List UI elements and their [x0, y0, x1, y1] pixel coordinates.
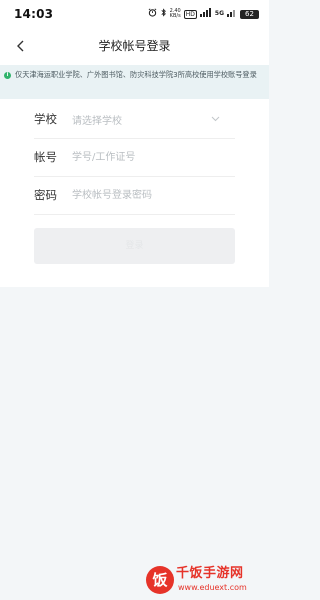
school-label: 学校 — [34, 112, 57, 126]
info-icon: i — [4, 72, 11, 79]
status-time: 14:03 — [14, 7, 54, 21]
status-bar: 14:03 2.40 KB/s HD 5G 62 — [0, 0, 269, 28]
school-select-placeholder[interactable]: 请选择学校 — [72, 112, 209, 127]
account-input[interactable] — [72, 147, 235, 167]
battery-icon: 62 — [240, 9, 259, 19]
password-label: 密码 — [34, 188, 57, 202]
password-input[interactable] — [72, 185, 235, 205]
nav-bar: 学校帐号登录 — [0, 28, 269, 65]
network-speed: 2.40 KB/s — [169, 8, 181, 19]
bluetooth-icon — [160, 8, 167, 20]
notice-text: 仅天津海运职业学院、广外图书馆、防灾科技学院3所高校使用学校账号登录 — [15, 70, 257, 79]
school-select[interactable]: 学校 请选择学校 — [34, 100, 235, 139]
notice-banner: i 仅天津海运职业学院、广外图书馆、防灾科技学院3所高校使用学校账号登录 — [0, 65, 269, 99]
status-icons: 2.40 KB/s HD 5G 62 — [148, 8, 259, 20]
alarm-icon — [148, 8, 157, 20]
login-button[interactable]: 登录 — [34, 228, 235, 264]
password-row: 密码 — [34, 176, 235, 215]
signal-2-icon — [227, 8, 237, 20]
account-label: 帐号 — [34, 150, 57, 164]
account-row: 帐号 — [34, 138, 235, 177]
watermark-logo: 饭 — [146, 566, 174, 594]
page-title: 学校帐号登录 — [98, 39, 171, 53]
watermark-brand: 千饭手游网 — [176, 566, 244, 581]
network-type-label: 5G — [214, 10, 224, 17]
watermark-url: www.eduext.com — [178, 583, 247, 592]
login-form: 学校 请选择学校 帐号 密码 登录 — [0, 99, 269, 287]
signal-icon — [199, 8, 212, 20]
watermark: 饭 千饭手游网 www.eduext.com — [146, 566, 266, 596]
chevron-down-icon[interactable] — [209, 113, 221, 125]
hd-icon: HD — [183, 9, 197, 19]
